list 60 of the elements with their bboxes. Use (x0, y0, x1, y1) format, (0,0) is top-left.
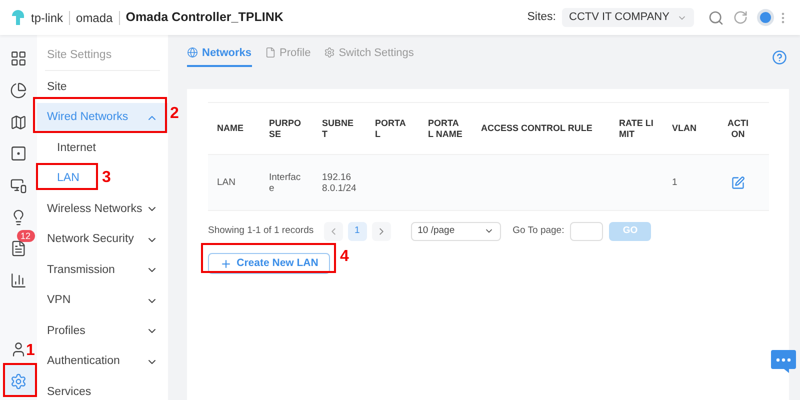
annotation-number: 1 (26, 343, 35, 359)
table-cell: LAN (217, 177, 236, 188)
globe-icon (187, 47, 198, 58)
product-name: omada (76, 10, 113, 26)
sites-label: Sites: (527, 10, 556, 25)
plus-icon (220, 258, 232, 270)
column-header: NAME (217, 123, 244, 134)
site-dropdown[interactable]: CCTV IT COMPANY (562, 8, 694, 27)
column-header: ACTION (727, 118, 749, 140)
chart-icon (10, 82, 27, 100)
chat-icon[interactable] (771, 350, 796, 373)
menu-item[interactable]: Profiles (37, 316, 168, 346)
menu-item[interactable]: Services (37, 377, 168, 400)
avatar[interactable] (757, 9, 774, 26)
count-badge: 12 (16, 230, 35, 242)
records-summary: Showing 1-1 of 1 records (208, 224, 314, 238)
brand-name: tp-link (31, 10, 64, 26)
log-icon (10, 240, 27, 258)
table-cell: 192.168.0.1/24 (322, 172, 357, 194)
table-cell: 1 (672, 177, 678, 188)
device-icon (10, 145, 27, 162)
apps-icon (10, 50, 27, 68)
refresh-icon[interactable] (733, 10, 748, 25)
annotation-number: 3 (102, 170, 111, 186)
column-header: ACCESS CONTROL RULE (481, 123, 594, 134)
next-page-button[interactable] (372, 222, 391, 240)
window-title: Omada Controller_TPLINK (126, 9, 284, 26)
search-icon[interactable] (708, 10, 724, 26)
edit-icon[interactable] (731, 176, 745, 190)
menu-item[interactable]: Authentication (37, 346, 168, 377)
doc-icon (264, 47, 276, 58)
column-header: PORTAL NAME (428, 118, 463, 140)
annotation-frame (36, 163, 98, 190)
menu-item[interactable]: VPN (37, 286, 168, 316)
annotation-number: 2 (170, 106, 179, 122)
map-icon (10, 114, 27, 131)
page-size-select[interactable]: 10 /page (410, 222, 501, 240)
settings-icon (10, 372, 27, 390)
table-cell-text: Interface (269, 172, 302, 194)
menu-heading: Site Settings (46, 48, 112, 63)
menu-item[interactable]: Transmission (37, 255, 168, 286)
goto-label: Go To page: (512, 224, 564, 238)
column-header: PURPOSE (269, 118, 302, 140)
column-header: PORTAL (375, 118, 407, 140)
gear-icon (324, 47, 335, 58)
help-icon[interactable] (772, 50, 787, 65)
column-header: VLAN (672, 123, 698, 134)
log-nav-button[interactable]: 12 (2, 232, 34, 265)
column-header: SUBNET (322, 118, 355, 140)
account-icon (10, 340, 27, 358)
submenu-item[interactable]: Internet (37, 133, 102, 164)
stats-icon (10, 272, 27, 290)
annotation-number: 4 (340, 249, 349, 265)
menu-item[interactable]: Network Security (37, 224, 168, 255)
menu-item[interactable]: Wireless Networks (37, 194, 168, 224)
menu-item[interactable]: Site (37, 72, 168, 102)
annotation-frame (3, 363, 37, 397)
page-input[interactable] (570, 222, 604, 240)
column-header: RATE LIMIT (619, 118, 654, 140)
clients-icon (10, 177, 27, 194)
